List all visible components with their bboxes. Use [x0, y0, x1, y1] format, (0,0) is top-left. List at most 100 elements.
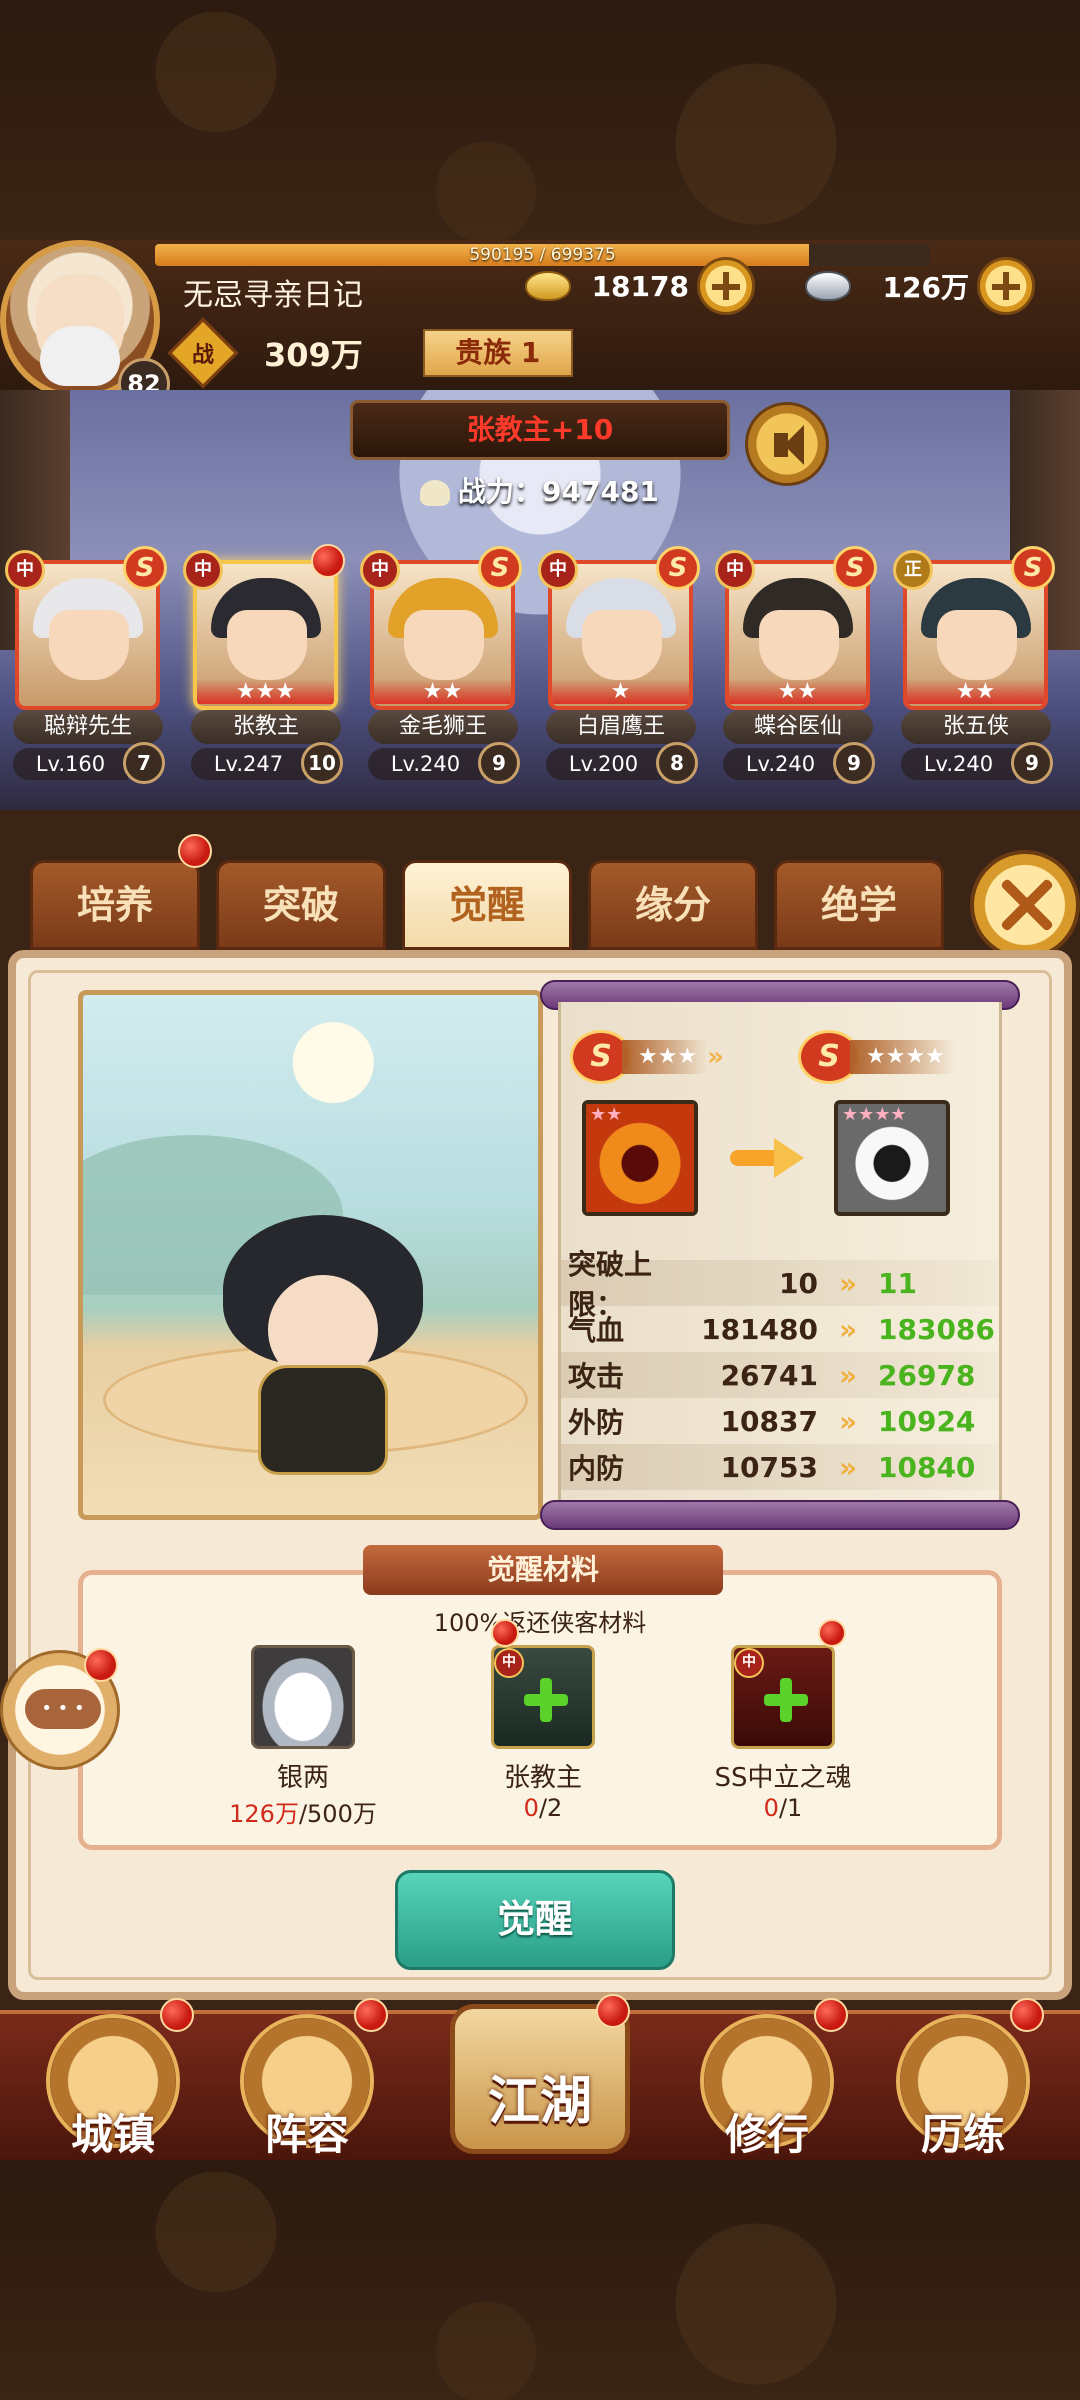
nav-历练[interactable]: 历练 [888, 1998, 1044, 2164]
player-header: 590195 / 699375 82 无忌寻亲日记 18178 126万 战 3… [0, 240, 1080, 410]
hero-face [937, 610, 1017, 680]
grade-after: S ★★★★ [798, 1030, 955, 1084]
stat-current: 10753 [720, 1450, 818, 1484]
hero-level: Lv.247 [191, 748, 306, 780]
hero-card[interactable]: 中 S 聪辩先生 Lv.160 7 [5, 546, 167, 790]
chevron-right-icon: » [838, 1358, 858, 1392]
materials-panel: 觉醒材料 100%返还侠客材料 银两 126万/500万 中 张教主 0/2 中… [78, 1545, 1002, 1850]
nav-label: 城镇 [70, 2110, 155, 2159]
grade-after-stars: ★★★★ [850, 1040, 955, 1074]
stat-next: 183086 [878, 1312, 995, 1346]
nav-notification-dot [596, 1994, 630, 2028]
nav-jianghu[interactable]: 江湖 [440, 1984, 640, 2174]
hero-name: 金毛狮王 [368, 710, 518, 744]
nav-notification-dot [160, 1998, 194, 2032]
grade-badge: S [1011, 546, 1055, 590]
hero-level: Lv.200 [546, 748, 661, 780]
chevron-right-icon: » [838, 1312, 858, 1346]
faction-badge: 中 [5, 550, 45, 590]
nav-阵容[interactable]: 阵容 [232, 1998, 388, 2164]
stat-row: 内防 10753 » 10840 [558, 1444, 1002, 1490]
skill-before-icon[interactable]: ★★ [582, 1100, 698, 1216]
stat-row: 外防 10837 » 10924 [558, 1398, 1002, 1444]
chevron-right-icon: » [838, 1266, 858, 1300]
gold-value: 18178 [591, 269, 689, 303]
silver-value: 126万 [882, 271, 969, 304]
hero-level: Lv.240 [723, 748, 838, 780]
hero-card[interactable]: ★★★ 中 张教主 Lv.247 10 [183, 544, 345, 790]
stat-label: 外防 [568, 1406, 625, 1439]
hero-card[interactable]: ★ 中 S 白眉鹰王 Lv.200 8 [538, 546, 700, 790]
nav-label: 阵容 [264, 2110, 349, 2159]
hero-name: 白眉鹰王 [546, 710, 696, 744]
silver-ingot-icon [251, 1645, 355, 1749]
hero-face [227, 610, 307, 680]
material-count: 0/1 [763, 1794, 803, 1822]
hero-stars: ★★★ [197, 679, 334, 704]
nav-城镇[interactable]: 城镇 [38, 1998, 194, 2164]
grade-badge: S [123, 546, 167, 590]
material-notification-dot [491, 1619, 519, 1647]
stat-next: 10924 [878, 1404, 976, 1438]
add-gold-button[interactable] [697, 257, 755, 315]
avatar-beard [40, 326, 120, 386]
selected-hero-plaque: 张教主+10 [350, 400, 730, 460]
hero-break-count: 9 [478, 742, 520, 784]
hero-name: 蝶谷医仙 [723, 710, 873, 744]
skill-after-icon[interactable]: ★★★★ [834, 1100, 950, 1216]
soul-icon: 中 [731, 1645, 835, 1749]
stat-next: 26978 [878, 1358, 976, 1392]
nav-notification-dot [1010, 1998, 1044, 2032]
material-soul[interactable]: 中 SS中立之魂 0/1 [683, 1645, 883, 1845]
hero-stars: ★★ [374, 679, 511, 704]
hero-card[interactable]: ★★ 正 S 张五侠 Lv.240 9 [893, 546, 1055, 790]
hero-card[interactable]: ★★ 中 S 蝶谷医仙 Lv.240 9 [715, 546, 877, 790]
grade-before-stars: ★★★ [622, 1040, 708, 1074]
hero-level: Lv.160 [13, 748, 128, 780]
stat-current: 10837 [720, 1404, 818, 1438]
exp-bar: 590195 / 699375 [155, 244, 930, 266]
hero-break-count: 7 [123, 742, 165, 784]
hero-preview [78, 990, 543, 1520]
battle-power-value: 309万 [264, 336, 363, 374]
material-hero-shard[interactable]: 中 张教主 0/2 [443, 1645, 643, 1845]
material-count: 0/2 [523, 1794, 563, 1822]
nav-label: 修行 [724, 2110, 809, 2159]
bottom-backdrop [0, 2160, 1080, 2400]
hero-stars: ★★ [907, 679, 1044, 704]
arrow-right-icon [730, 1138, 810, 1178]
stat-current: 10 [779, 1266, 818, 1300]
material-silver[interactable]: 银两 126万/500万 [203, 1645, 403, 1845]
hero-break-count: 9 [833, 742, 875, 784]
awaken-button[interactable]: 觉醒 [395, 1870, 675, 1970]
material-count: 126万/500万 [229, 1800, 377, 1828]
awaken-scroll: S ★★★ » S ★★★★ ★★ ★★★★ 突破上限： 10 » 11 气血 1… [540, 980, 1020, 1530]
bottom-nav: 城镇 阵容 江湖 修行 历练 [0, 1994, 1080, 2160]
gold-ingot-icon [525, 271, 571, 301]
faction-badge: 中 [183, 550, 223, 590]
hero-name: 张五侠 [901, 710, 1051, 744]
hero-notification-dot [311, 544, 345, 578]
material-notification-dot [818, 1619, 846, 1647]
stat-next: 11 [878, 1266, 917, 1300]
add-silver-button[interactable] [977, 257, 1035, 315]
stat-label: 内防 [568, 1452, 625, 1485]
noble-rank-button[interactable]: 贵族 1 [422, 329, 573, 377]
nav-修行[interactable]: 修行 [692, 1998, 848, 2164]
faction-badge: 中 [360, 550, 400, 590]
team-scene: 张教主+10 战力：947481 中 S 聪辩先生 Lv.160 7 ★★★ 中… [0, 390, 1080, 810]
hero-sprite-body [258, 1365, 388, 1475]
grade-before: S ★★★ » [570, 1030, 724, 1084]
voice-icon[interactable] [745, 402, 829, 486]
hero-stars: ★★ [729, 679, 866, 704]
hero-combat-power: 战力：947481 [420, 470, 659, 510]
nav-notification-dot [354, 1998, 388, 2032]
hero-card[interactable]: ★★ 中 S 金毛狮王 Lv.240 9 [360, 546, 522, 790]
awaken-content: S ★★★ » S ★★★★ ★★ ★★★★ 突破上限： 10 » 11 气血 1… [0, 810, 1080, 2010]
add-icon [764, 1678, 808, 1722]
nav-label: 江湖 [487, 2072, 592, 2132]
skull-icon [420, 480, 450, 506]
hero-level: Lv.240 [901, 748, 1016, 780]
chat-notification-dot [84, 1648, 118, 1682]
hero-face [404, 610, 484, 680]
